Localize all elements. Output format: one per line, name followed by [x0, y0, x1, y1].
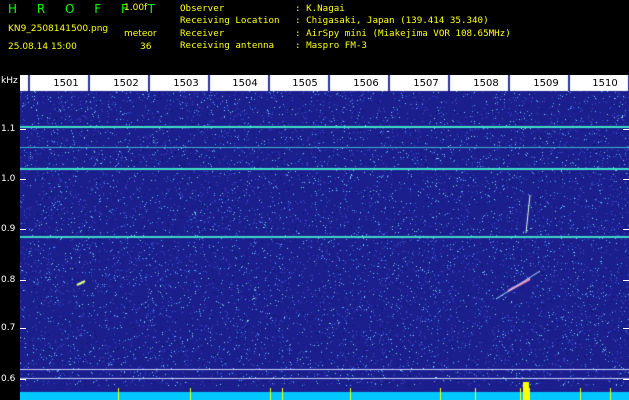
y-tick-right	[623, 179, 629, 180]
y-tick-label: 0.6	[1, 374, 16, 384]
y-tick	[20, 379, 26, 380]
meteor-count: 36	[140, 42, 152, 52]
info-antenna: Receiving antenna: Maspro FM-3	[180, 40, 367, 52]
station-info: Observer: K.Nagai Receiving Location: Ch…	[180, 3, 511, 53]
x-tick-label: 1502	[113, 78, 139, 89]
y-tick	[20, 229, 26, 230]
info-location: Receiving Location: Chigasaki, Japan (13…	[180, 15, 489, 27]
x-tick-label: 1506	[353, 78, 379, 89]
y-tick-right	[623, 379, 629, 380]
y-tick-right	[623, 229, 629, 230]
x-tick-label: 1509	[533, 78, 559, 89]
y-tick-label: 0.8	[1, 275, 16, 285]
x-tick-label: 1505	[292, 78, 318, 89]
timestamp: 25.08.14 15:00	[8, 42, 77, 52]
x-tick-label: 1510	[592, 78, 618, 89]
meteor-label: meteor	[124, 29, 157, 39]
y-tick	[20, 280, 26, 281]
file-name: KN9_2508141500.png	[8, 24, 109, 34]
x-tick-label: 1507	[413, 78, 439, 89]
y-axis-unit: kHz	[1, 76, 18, 86]
hrofft-window: H R O F F T 1.00f KN9_2508141500.png met…	[0, 0, 629, 400]
x-tick-label: 1501	[53, 78, 79, 89]
y-tick-label: 0.7	[1, 323, 16, 333]
x-tick-label: 1508	[473, 78, 499, 89]
y-tick-label: 1.0	[1, 174, 16, 184]
y-tick-right	[623, 328, 629, 329]
y-tick	[20, 179, 26, 180]
spectrogram-canvas	[20, 75, 629, 400]
y-tick	[20, 129, 26, 130]
spectrogram	[20, 75, 629, 400]
x-tick-label: 1503	[173, 78, 199, 89]
info-receiver: Receiver: AirSpy mini (Miakejima VOR 108…	[180, 27, 511, 39]
app-version: 1.00f	[124, 3, 148, 13]
y-tick-label: 0.9	[1, 224, 16, 234]
info-observer: Observer: K.Nagai	[180, 3, 345, 14]
y-tick	[20, 328, 26, 329]
x-tick-label: 1504	[232, 78, 258, 89]
y-tick-label: 1.1	[1, 124, 16, 134]
y-tick-right	[623, 129, 629, 130]
y-tick-right	[623, 280, 629, 281]
